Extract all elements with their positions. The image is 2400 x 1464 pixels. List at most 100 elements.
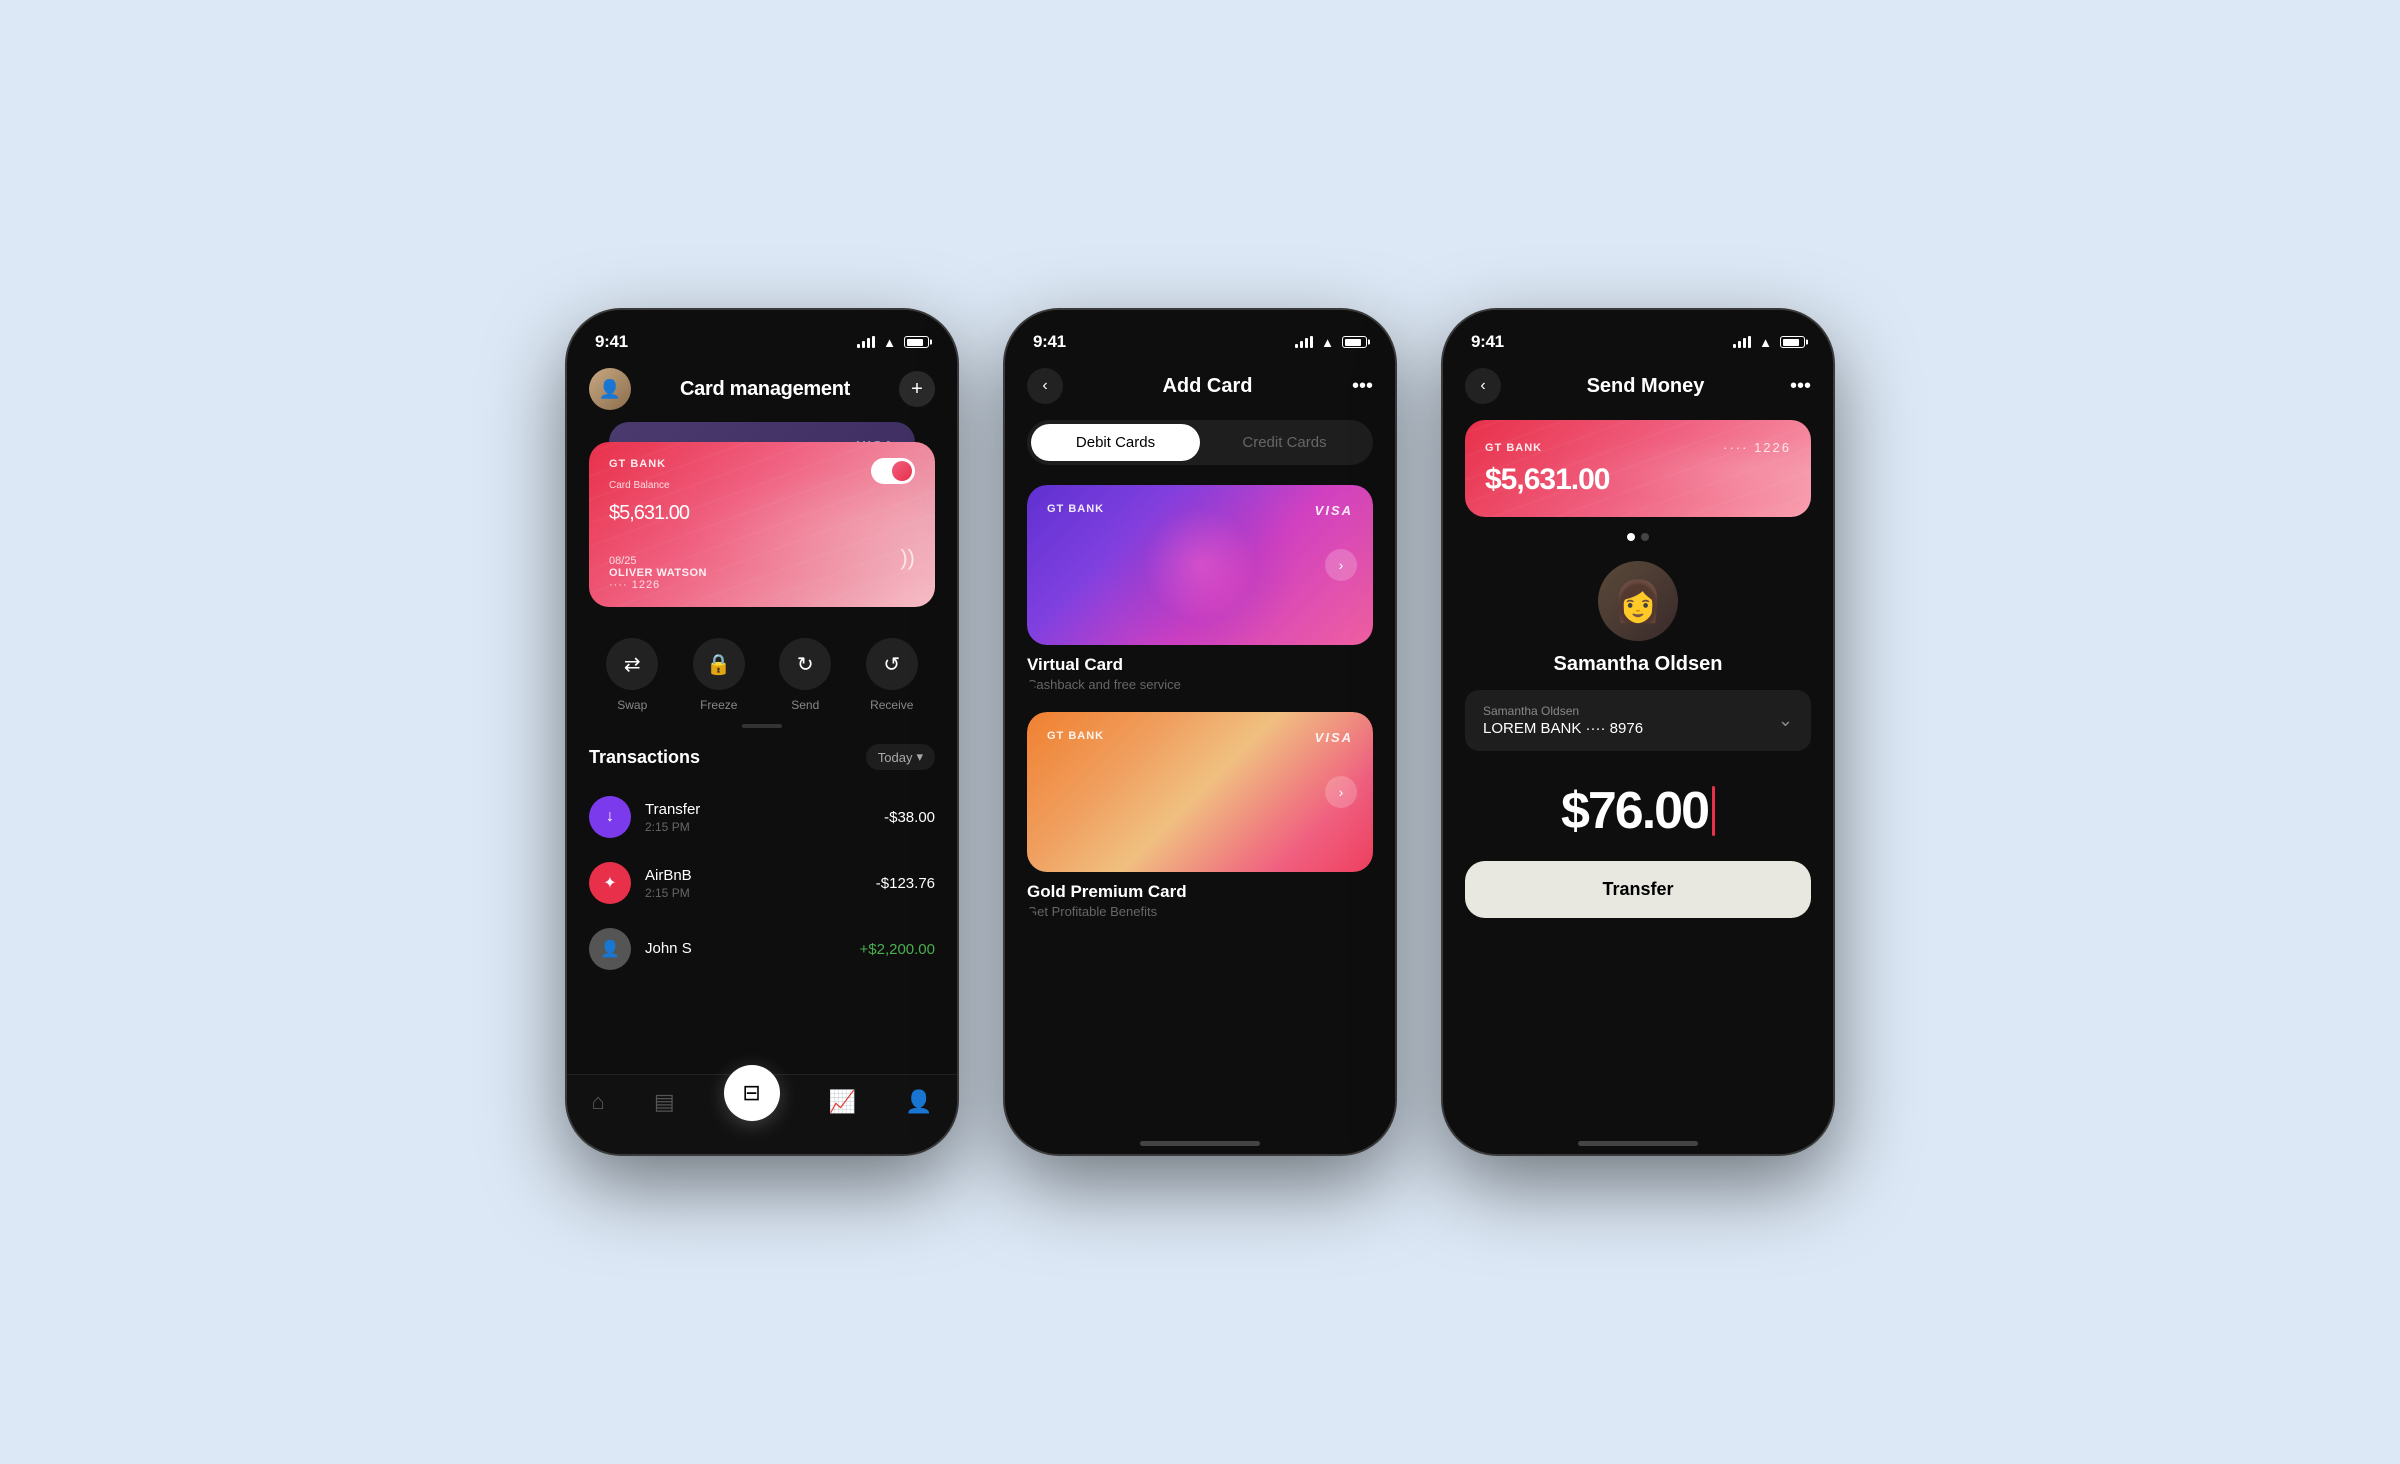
gold-card-info: Gold Premium Card Get Profitable Benefit… <box>1027 872 1373 919</box>
swap-label: Swap <box>617 698 647 712</box>
wifi-icon-3: ▲ <box>1759 335 1772 350</box>
transaction-item-airbnb[interactable]: ✦ AirBnB 2:15 PM -$123.76 <box>567 850 957 916</box>
txn-info-airbnb: AirBnB 2:15 PM <box>645 867 862 900</box>
profile-nav-icon: 👤 <box>905 1089 932 1115</box>
send-card-num: ···· 1226 <box>1723 440 1791 455</box>
cards-nav-icon: ▤ <box>654 1089 675 1115</box>
virtual-card-image: GT BANK VISA › <box>1027 485 1373 645</box>
wifi-icon-2: ▲ <box>1321 335 1334 350</box>
user-avatar[interactable]: 👤 <box>589 368 631 410</box>
home-indicator-3 <box>1578 1141 1698 1146</box>
add-button[interactable]: + <box>899 371 935 407</box>
dot-1 <box>1627 533 1635 541</box>
status-icons-1: ▲ <box>857 335 929 350</box>
more-button-2[interactable]: ••• <box>1352 375 1373 398</box>
card-flower-decoration <box>1027 485 1373 645</box>
p1-header: 👤 Card management + <box>567 360 957 422</box>
amount-display: $76.00 <box>1443 771 1833 861</box>
recipient-section: 👩 Samantha Oldsen Samantha Oldsen LOREM … <box>1465 561 1811 751</box>
transaction-item-transfer[interactable]: ↓ Transfer 2:15 PM -$38.00 <box>567 784 957 850</box>
back-button-2[interactable]: ‹ <box>1027 368 1063 404</box>
amount-value: $76.00 <box>1561 781 1708 841</box>
p2-header: ‹ Add Card ••• <box>1005 360 1395 420</box>
card-option-gold[interactable]: GT BANK VISA › Gold Premium Card Get Pro… <box>1027 712 1373 919</box>
tab-credit[interactable]: Credit Cards <box>1200 424 1369 461</box>
status-bar-3: 9:41 ▲ <box>1443 310 1833 360</box>
txn-icon-transfer: ↓ <box>589 796 631 838</box>
scroll-indicator <box>567 724 957 728</box>
chevron-down-icon: ▾ <box>916 749 923 765</box>
virtual-card-chevron[interactable]: › <box>1325 549 1357 581</box>
nav-analytics[interactable]: 📈 <box>829 1089 856 1115</box>
status-icons-3: ▲ <box>1733 335 1805 350</box>
nav-home[interactable]: ⌂ <box>592 1089 605 1115</box>
phone-3: 9:41 ▲ ‹ Send Money ••• <box>1443 310 1833 1154</box>
nav-profile[interactable]: 👤 <box>905 1089 932 1115</box>
transactions-header: Transactions Today ▾ <box>567 744 957 784</box>
signal-bars-1 <box>857 336 875 348</box>
transaction-item-johns[interactable]: 👤 John S +$2,200.00 <box>567 916 957 982</box>
phone-2: 9:41 ▲ ‹ Add Card ••• Debit Car <box>1005 310 1395 1154</box>
page-title-1: Card management <box>680 378 850 401</box>
swap-icon: ⇄ <box>606 638 658 690</box>
recipient-bank-detail: LOREM BANK ···· 8976 <box>1483 720 1643 737</box>
signal-bar <box>867 338 870 348</box>
card-bank: GT BANK <box>609 458 915 470</box>
status-time-2: 9:41 <box>1033 332 1066 352</box>
card-option-virtual[interactable]: GT BANK VISA › Virtual Card Cashback and… <box>1027 485 1373 692</box>
wifi-icon-1: ▲ <box>883 335 896 350</box>
card-front[interactable]: GT BANK Card Balance $5,631.00 )) 08/25 … <box>589 442 935 607</box>
bottom-nav-1: ⌂ ▤ ⊟ 📈 👤 <box>567 1074 957 1154</box>
status-bar-2: 9:41 ▲ <box>1005 310 1395 360</box>
send-card-balance: $5,631.00 <box>1485 463 1791 497</box>
tab-debit[interactable]: Debit Cards <box>1031 424 1200 461</box>
toggle-knob <box>892 461 912 481</box>
battery-icon-1 <box>904 336 929 348</box>
gold-card-name: Gold Premium Card <box>1027 882 1373 902</box>
virtual-card-name: Virtual Card <box>1027 655 1373 675</box>
txn-icon-johns: 👤 <box>589 928 631 970</box>
more-button-3[interactable]: ••• <box>1790 375 1811 398</box>
recipient-name: Samantha Oldsen <box>1554 653 1723 676</box>
recipient-avatar: 👩 <box>1598 561 1678 641</box>
p3-header: ‹ Send Money ••• <box>1443 360 1833 420</box>
battery-fill-1 <box>907 339 923 346</box>
card-toggle[interactable] <box>871 458 915 484</box>
filter-badge[interactable]: Today ▾ <box>866 744 935 770</box>
gold-card-chevron[interactable]: › <box>1325 776 1357 808</box>
txn-amount-airbnb: -$123.76 <box>876 875 935 892</box>
status-time-3: 9:41 <box>1471 332 1504 352</box>
virtual-card-info: Virtual Card Cashback and free service <box>1027 645 1373 692</box>
recipient-bank-info: Samantha Oldsen LOREM BANK ···· 8976 <box>1483 704 1643 737</box>
battery-icon-3 <box>1780 336 1805 348</box>
tab-switcher: Debit Cards Credit Cards <box>1027 420 1373 465</box>
card-expiry: 08/25 <box>609 555 707 567</box>
recipient-bank-box[interactable]: Samantha Oldsen LOREM BANK ···· 8976 ⌄ <box>1465 690 1811 751</box>
signal-bar <box>872 336 875 348</box>
transfer-button[interactable]: Transfer <box>1465 861 1811 918</box>
send-icon: ↻ <box>779 638 831 690</box>
scroll-bar <box>742 724 782 728</box>
signal-bar <box>857 344 860 348</box>
send-button[interactable]: ↻ Send <box>779 638 831 712</box>
txn-icon-airbnb: ✦ <box>589 862 631 904</box>
send-card-bank: GT BANK <box>1485 442 1542 454</box>
nav-cards[interactable]: ▤ <box>654 1089 675 1115</box>
page-title-2: Add Card <box>1162 375 1252 398</box>
gold-card-bg: GT BANK VISA <box>1027 712 1373 872</box>
wallet-fab[interactable]: ⊟ <box>724 1065 780 1121</box>
freeze-icon: 🔒 <box>693 638 745 690</box>
nav-wallet-fab[interactable]: ⊟ <box>724 1089 780 1121</box>
recipient-name-label: Samantha Oldsen <box>1483 704 1643 718</box>
dot-2 <box>1641 533 1649 541</box>
receive-button[interactable]: ↺ Receive <box>866 638 918 712</box>
receive-icon: ↺ <box>866 638 918 690</box>
txn-amount-johns: +$2,200.00 <box>860 941 936 958</box>
home-icon: ⌂ <box>592 1089 605 1115</box>
signal-bar <box>862 341 865 348</box>
swap-button[interactable]: ⇄ Swap <box>606 638 658 712</box>
freeze-button[interactable]: 🔒 Freeze <box>693 638 745 712</box>
balance-label: Card Balance <box>609 480 915 491</box>
back-button-3[interactable]: ‹ <box>1465 368 1501 404</box>
freeze-label: Freeze <box>700 698 737 712</box>
